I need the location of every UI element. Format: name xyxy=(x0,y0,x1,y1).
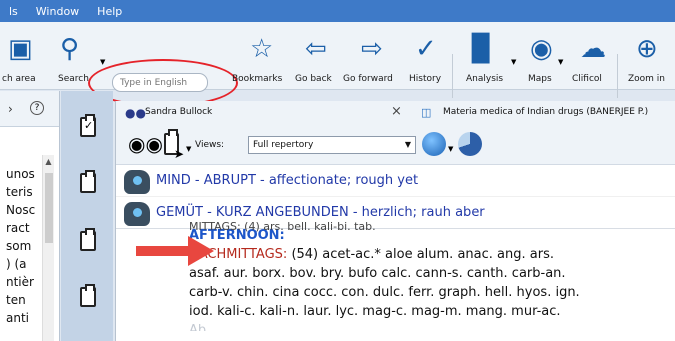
views-dropdown-arrow[interactable]: ▼ xyxy=(186,145,191,153)
menu-item-tools[interactable]: ls xyxy=(0,5,27,18)
list-item[interactable]: ract xyxy=(0,219,42,237)
list-item[interactable]: ten xyxy=(0,291,42,309)
mind-head-icon xyxy=(124,170,150,194)
tab-materia-medica[interactable]: Materia medica of Indian drugs (BANERJEE… xyxy=(443,107,648,117)
globe-dropdown-arrow[interactable]: ▼ xyxy=(448,145,453,153)
tab-bar: ●● Sandra Bullock × ◫ Materia medica of … xyxy=(116,101,675,125)
views-select[interactable]: Full repertory ▼ xyxy=(248,136,416,154)
history-button[interactable]: ✓ History xyxy=(407,22,447,90)
cloud-icon: ☁ xyxy=(580,34,606,64)
mind-head-icon xyxy=(124,202,150,226)
bar-chart-icon: ▉ xyxy=(472,34,492,64)
forward-arrow-icon: ⇨ xyxy=(361,34,383,64)
text-line: Ab... xyxy=(189,323,219,331)
maps-dropdown-arrow[interactable]: ▼ xyxy=(558,58,563,66)
cursor-icon: ➤ xyxy=(174,147,185,161)
pie-chart-icon[interactable] xyxy=(458,132,482,156)
binoculars-icon[interactable]: ◉◉ xyxy=(128,132,163,156)
list-item[interactable]: ) (a xyxy=(0,255,42,273)
globe-icon[interactable] xyxy=(422,132,446,156)
left-pane: › ? unos teris Nosc ract som ) (a ntièr … xyxy=(0,91,60,341)
menu-item-help[interactable]: Help xyxy=(88,5,131,18)
clipboard-icon[interactable] xyxy=(80,284,96,307)
list-item[interactable]: anti xyxy=(0,309,42,327)
left-scrollbar[interactable]: ▲ xyxy=(42,155,54,341)
close-tab-icon[interactable]: × xyxy=(391,104,402,119)
clipboard-icon[interactable] xyxy=(80,228,96,251)
text-line: iod. kali-c. kali-n. laur. lyc. mag-c. m… xyxy=(189,304,561,319)
go-back-button[interactable]: ⇦ Go back xyxy=(293,22,339,90)
analysis-button[interactable]: ▉ Analysis xyxy=(464,22,508,90)
patient-icon: ●● xyxy=(125,106,146,120)
left-pane-header: › ? xyxy=(0,91,59,127)
text-line: NACHMITTAGS: (54) acet-ac.* aloe alum. a… xyxy=(189,247,554,262)
toolbar-separator xyxy=(452,54,453,98)
left-list: unos teris Nosc ract som ) (a ntièr ten … xyxy=(0,165,42,327)
clipboard-checked-icon[interactable] xyxy=(80,114,96,137)
main-toolbar: ▣ ch area ⚲ Search ▼ ☆ Bookmarks ⇦ Go ba… xyxy=(0,22,675,107)
globe-book-icon: ◉ xyxy=(530,34,553,64)
clipped-line: MITTAGS: (4) ars. bell. kali-bi. tab. xyxy=(189,220,376,233)
red-arrow-icon xyxy=(136,236,214,266)
book-icon: ◫ xyxy=(421,106,432,119)
menu-item-window[interactable]: Window xyxy=(27,5,88,18)
rubric-text: MIND - ABRUPT - affectionate; rough yet xyxy=(156,173,419,188)
menu-bar: ls Window Help xyxy=(0,0,675,22)
main-pane: ●● Sandra Bullock × ◫ Materia medica of … xyxy=(115,101,675,341)
search-area-button[interactable]: ▣ ch area xyxy=(0,22,46,90)
rubric-row[interactable]: MIND - ABRUPT - affectionate; rough yet xyxy=(116,165,675,197)
search-dropdown-arrow[interactable]: ▼ xyxy=(100,58,105,66)
tab-patient[interactable]: Sandra Bullock xyxy=(145,107,212,117)
analysis-dropdown-arrow[interactable]: ▼ xyxy=(511,58,516,66)
bookmarks-button[interactable]: ☆ Bookmarks xyxy=(232,22,290,90)
magnifier-icon: ⚲ xyxy=(60,34,80,64)
list-item[interactable]: unos xyxy=(0,165,42,183)
clipboard-icon[interactable] xyxy=(80,170,96,193)
clipboard-strip xyxy=(61,91,113,341)
list-item[interactable]: som xyxy=(0,237,42,255)
list-item[interactable]: Nosc xyxy=(0,201,42,219)
toolbar-separator xyxy=(617,54,618,98)
zoom-in-icon: ⊕ xyxy=(636,34,658,64)
clificol-button[interactable]: ☁ Clificol xyxy=(572,22,612,90)
back-arrow-icon: ⇦ xyxy=(305,34,327,64)
text-line: carb-v. chin. cina cocc. con. dulc. ferr… xyxy=(189,285,580,300)
zoom-in-button[interactable]: ⊕ Zoom in xyxy=(624,22,672,90)
list-item[interactable]: ntièr xyxy=(0,273,42,291)
scroll-up-icon[interactable]: ▲ xyxy=(43,155,54,166)
scroll-thumb[interactable] xyxy=(45,173,53,243)
repertory-toolbar: ◉◉ ➤ ▼ Views: Full repertory ▼ ▼ xyxy=(116,125,675,165)
list-item[interactable]: teris xyxy=(0,183,42,201)
chevron-down-icon: ▼ xyxy=(404,140,411,149)
help-icon[interactable]: ? xyxy=(30,101,44,115)
maps-button[interactable]: ◉ Maps xyxy=(524,22,560,90)
pin-icon[interactable]: › xyxy=(8,102,13,116)
go-forward-button[interactable]: ⇨ Go forward xyxy=(343,22,401,90)
star-icon: ☆ xyxy=(250,34,274,64)
search-area-icon: ▣ xyxy=(8,34,33,64)
text-line: asaf. aur. borx. bov. bry. bufo calc. ca… xyxy=(189,266,566,281)
history-icon: ✓ xyxy=(415,34,437,64)
repertory-text: MITTAGS: (4) ars. bell. kali-bi. tab. AF… xyxy=(189,220,675,331)
views-label: Views: xyxy=(195,140,225,150)
